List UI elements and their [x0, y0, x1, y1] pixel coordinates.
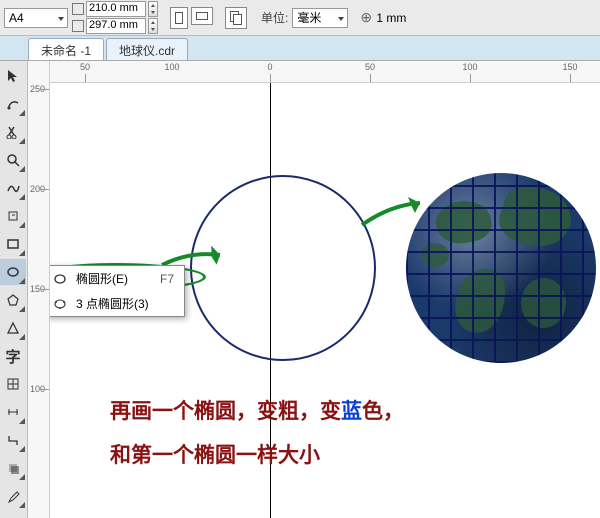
basic-shapes-tool[interactable] — [0, 315, 26, 341]
width-icon — [72, 3, 84, 15]
multipage-icon — [230, 11, 242, 25]
instruction-line-1: 再画一个椭圆，变粗，变蓝色， — [110, 395, 404, 425]
text-tool[interactable]: 字 — [0, 343, 26, 369]
portrait-button[interactable] — [170, 7, 188, 29]
ruler-number: 0 — [267, 62, 272, 72]
page-width-input[interactable]: 210.0 mm — [86, 1, 146, 17]
dimension-tool[interactable] — [0, 399, 26, 425]
tab-globe[interactable]: 地球仪.cdr — [106, 38, 188, 60]
nudge-icon — [360, 11, 374, 25]
pick-tool[interactable] — [0, 63, 26, 89]
polygon-tool[interactable] — [0, 287, 26, 313]
flyout-3pt-label: 3 点椭圆形(3) — [76, 295, 149, 312]
flyout-ellipse-shortcut: F7 — [160, 272, 174, 286]
ruler-number: 100 — [462, 62, 477, 72]
multipage-button[interactable] — [225, 7, 247, 29]
eyedropper-tool[interactable] — [0, 483, 26, 509]
table-tool[interactable] — [0, 371, 26, 397]
landscape-icon — [196, 12, 208, 20]
instr-text: 色， — [362, 399, 404, 423]
flyout-ellipse-item[interactable]: 椭圆形(E) F7 — [50, 266, 184, 291]
property-bar: A4 210.0 mm 297.0 mm 单位: 毫米 1 mm — [0, 0, 600, 36]
nudge-group: 1 mm — [360, 11, 406, 25]
ruler-number: 50 — [80, 62, 90, 72]
flyout-ellipse-label: 椭圆形(E) — [76, 270, 128, 287]
workspace: 字 250200150100 50 0 50 100 150 100 — [0, 61, 600, 518]
instr-text: 再画一个椭圆，变粗，变 — [110, 399, 341, 423]
orientation-group — [170, 7, 213, 29]
annotation-arrow-2 — [360, 195, 440, 234]
portrait-icon — [175, 12, 183, 24]
ruler-number: 150 — [562, 62, 577, 72]
nudge-value: 1 mm — [376, 11, 406, 25]
ellipse-tool[interactable] — [0, 259, 26, 285]
ruler-number: 50 — [365, 62, 375, 72]
crop-tool[interactable] — [0, 119, 26, 145]
vertical-ruler: 250200150100 — [28, 61, 50, 518]
instruction-line-2: 和第一个椭圆一样大小 — [110, 439, 320, 469]
instr-text: 和第一个椭圆一样大小 — [110, 443, 320, 467]
landscape-button[interactable] — [191, 7, 213, 25]
tab-label: 未命名 -1 — [41, 44, 91, 58]
canvas[interactable]: 椭圆形(E) F7 3 点椭圆形(3) 再画一个椭圆，变粗，变蓝色， 和第一个椭… — [50, 83, 600, 518]
page-dimensions: 210.0 mm 297.0 mm — [72, 1, 158, 34]
three-point-ellipse-icon — [52, 296, 68, 312]
unit-label: 单位: — [261, 9, 288, 26]
horizontal-ruler: 50 0 50 100 150 100 — [50, 61, 600, 83]
unit-dropdown[interactable]: 毫米 — [292, 8, 348, 28]
height-icon — [72, 20, 84, 32]
interactive-tool[interactable] — [0, 455, 26, 481]
tab-untitled[interactable]: 未命名 -1 — [28, 38, 104, 60]
height-spinner[interactable] — [148, 18, 158, 34]
width-spinner[interactable] — [148, 1, 158, 17]
ellipse-icon — [52, 271, 68, 287]
toolbox: 字 — [0, 61, 28, 518]
tab-label: 地球仪.cdr — [119, 44, 175, 58]
page-height-input[interactable]: 297.0 mm — [86, 18, 146, 34]
freehand-tool[interactable] — [0, 175, 26, 201]
rectangle-tool[interactable] — [0, 231, 26, 257]
zoom-tool[interactable] — [0, 147, 26, 173]
page-size-value: A4 — [9, 11, 24, 25]
connector-tool[interactable] — [0, 427, 26, 453]
ruler-number: 100 — [164, 62, 179, 72]
instr-text-blue: 蓝 — [341, 399, 362, 423]
page-size-dropdown[interactable]: A4 — [4, 8, 68, 28]
text-icon: 字 — [5, 346, 20, 367]
flyout-3pt-ellipse-item[interactable]: 3 点椭圆形(3) — [50, 291, 184, 316]
shape-tool[interactable] — [0, 91, 26, 117]
document-tabstrip: 未命名 -1 地球仪.cdr — [0, 36, 600, 61]
ellipse-flyout: 椭圆形(E) F7 3 点椭圆形(3) — [50, 265, 185, 317]
unit-value: 毫米 — [297, 9, 321, 26]
smart-fill-tool[interactable] — [0, 203, 26, 229]
